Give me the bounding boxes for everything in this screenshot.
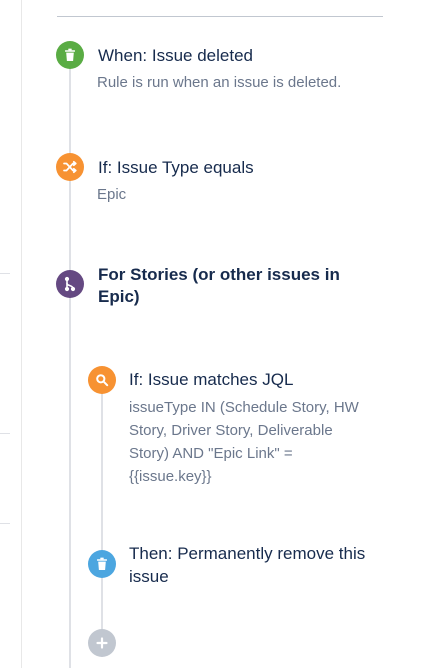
branch-icon <box>56 270 84 298</box>
panel-left-border <box>21 0 22 668</box>
top-divider <box>57 16 383 17</box>
trigger-title: When: Issue deleted <box>98 46 253 65</box>
left-divider-tick <box>0 433 10 434</box>
trash-icon <box>88 550 116 578</box>
left-divider-tick <box>0 523 10 524</box>
condition-title: If: Issue Type equals <box>98 158 254 177</box>
add-component-button[interactable] <box>88 629 116 657</box>
jql-description-line: {{issue.key}} <box>129 468 212 485</box>
jql-description-line: issueType IN (Schedule Story, HW <box>129 399 359 416</box>
left-divider-tick <box>0 273 10 274</box>
condition-description: Epic <box>97 186 127 203</box>
shuffle-icon <box>56 153 84 181</box>
search-icon <box>88 366 116 394</box>
trigger-description: Rule is run when an issue is deleted. <box>97 74 342 91</box>
jql-condition-title: If: Issue matches JQL <box>129 370 294 389</box>
plus-icon <box>96 637 108 649</box>
action-title-line1: Then: Permanently remove this <box>129 544 366 563</box>
branch-title-line2: Epic) <box>98 287 140 306</box>
trash-icon <box>56 41 84 69</box>
branch-title-line1: For Stories (or other issues in <box>98 265 340 284</box>
branch-flow-connector <box>101 392 103 632</box>
jql-description-line: Story, Driver Story, Deliverable <box>129 422 333 439</box>
action-title-line2: issue <box>129 567 169 586</box>
jql-description-line: Story) AND "Epic Link" = <box>129 445 293 462</box>
